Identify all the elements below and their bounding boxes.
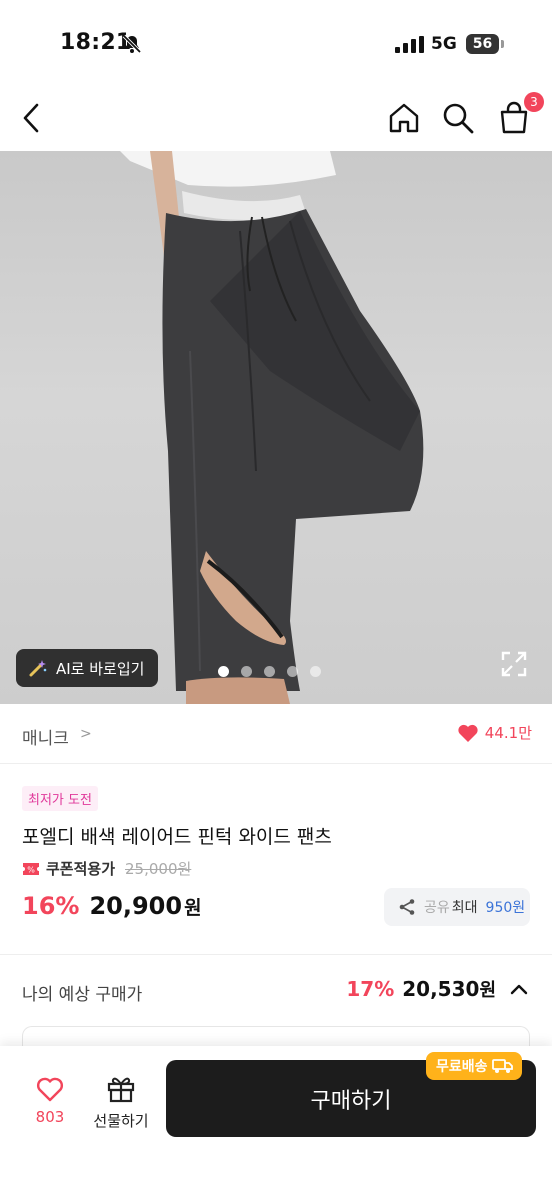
bell-off-icon [122,34,142,54]
top-nav: 3 [0,90,552,150]
search-button[interactable] [438,98,478,138]
gift-icon [107,1077,135,1103]
carousel-dot[interactable] [287,666,298,677]
like-button[interactable]: 44.1만 [457,722,532,743]
share-icon [399,899,415,915]
chevron-left-icon [23,103,39,133]
carousel-dot[interactable] [310,666,321,677]
search-icon [443,103,474,134]
estimated-price-unit: 원 [479,980,496,1001]
gift-button[interactable]: 선물하기 [88,1074,154,1138]
carousel-dot[interactable] [218,666,229,677]
share-label: 공유 [424,900,450,916]
price-row: 16% 20,900 원 [22,892,202,920]
chevron-right-icon: > [80,726,92,742]
cart-count-badge: 3 [524,92,544,112]
points-prefix: 최대 [451,900,478,916]
ai-try-on-label: AI로 바로입기 [56,659,145,678]
price-unit: 원 [184,897,202,919]
sale-price: 20,900 [89,892,183,920]
cart-button[interactable]: 3 [494,92,544,138]
estimated-price: 20,530 [402,977,480,1001]
estimated-price-row[interactable]: 나의 예상 구매가 17% 20,530 원 [0,966,552,1016]
estimated-price-label: 나의 예상 구매가 [22,985,143,1005]
brand-name[interactable]: 매니크 [22,724,69,749]
discount-rate: 16% [22,892,80,920]
estimated-discount: 17% [346,977,395,1001]
battery-level: 56 [466,34,499,54]
carousel-dots [218,666,321,677]
status-bar: 18:21 5G 56 [0,0,552,90]
share-points-button[interactable]: 공유 최대 950원 [384,888,530,926]
network-type: 5G [431,34,457,54]
product-title: 포엘디 배색 레이어드 핀턱 와이드 팬츠 [22,826,332,848]
wishlist-count: 803 [35,1108,65,1126]
estimated-price-summary: 17% 20,530 원 [346,976,530,1002]
truck-icon [491,1059,513,1073]
points-value: 950원 [485,900,526,916]
carousel-dot[interactable] [241,666,252,677]
chevron-up-icon[interactable] [508,978,530,1000]
heart-outline-icon [36,1077,64,1102]
battery-icon: 56 [466,34,504,54]
magic-wand-icon [29,660,47,677]
product-photo [120,151,424,704]
coupon-icon: % [23,862,39,875]
coupon-price-label: 쿠폰적용가 [46,860,116,878]
home-button[interactable] [384,98,424,138]
free-shipping-label: 무료배송 [436,1059,488,1075]
home-icon [389,103,419,133]
heart-filled-icon [458,724,478,742]
ai-try-on-button[interactable]: AI로 바로입기 [16,649,159,687]
gift-label: 선물하기 [93,1112,149,1130]
like-count: 44.1만 [484,724,532,742]
expand-icon[interactable] [500,650,528,678]
coupon-row: % 쿠폰적용가 25,000원 [22,858,191,879]
carousel-dot[interactable] [264,666,275,677]
status-time: 18:21 [60,30,132,55]
original-price: 25,000원 [125,860,192,878]
divider [0,954,552,955]
back-button[interactable] [12,98,52,138]
lowest-price-badge: 최저가 도전 [22,786,98,811]
brand-row[interactable]: 매니크 > 44.1만 [0,704,552,764]
product-image[interactable] [0,151,552,704]
signal-icon [395,36,424,53]
free-shipping-badge: 무료배송 [426,1052,522,1080]
svg-text:%: % [27,865,35,874]
wishlist-button[interactable]: 803 [22,1076,78,1136]
